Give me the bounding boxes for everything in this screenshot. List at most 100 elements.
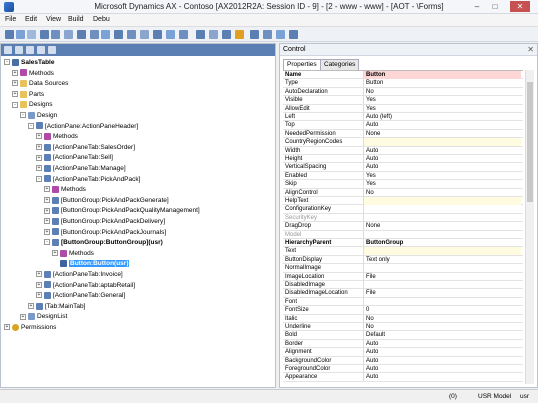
notification-counter[interactable]: (0) bbox=[449, 393, 457, 400]
close-button[interactable]: ✕ bbox=[510, 1, 530, 12]
property-row[interactable]: Text bbox=[283, 247, 523, 256]
collapse-icon[interactable]: - bbox=[12, 101, 18, 108]
property-value[interactable]: Auto bbox=[363, 356, 521, 365]
aot-open-icon[interactable] bbox=[4, 46, 12, 54]
property-row[interactable]: DisabledImage bbox=[283, 281, 523, 290]
property-value[interactable]: Auto bbox=[363, 365, 521, 373]
property-row[interactable]: VerticalSpacing Auto bbox=[283, 163, 523, 172]
expand-icon[interactable]: + bbox=[44, 207, 50, 214]
property-row[interactable]: DragDrop None bbox=[283, 222, 523, 231]
delete-icon[interactable] bbox=[114, 30, 123, 39]
import-icon[interactable] bbox=[179, 30, 188, 39]
aot-save-icon[interactable] bbox=[15, 46, 23, 54]
filter-funnel-icon[interactable] bbox=[196, 30, 205, 39]
paste-icon[interactable] bbox=[101, 30, 110, 39]
property-value[interactable]: Yes bbox=[363, 96, 521, 105]
aot-compile-icon[interactable] bbox=[26, 46, 34, 54]
filter-icon[interactable] bbox=[64, 30, 73, 39]
property-row[interactable]: HierarchyParent ButtonGroup bbox=[283, 239, 523, 248]
tree-node[interactable]: + Parts bbox=[12, 90, 44, 99]
property-row[interactable]: Model bbox=[283, 230, 523, 239]
property-row[interactable]: SecurityKey bbox=[283, 213, 523, 223]
property-row[interactable]: Bold Default bbox=[283, 331, 523, 340]
menu-build[interactable]: Build bbox=[68, 16, 84, 23]
aot-import-icon[interactable] bbox=[48, 46, 56, 54]
tree-node[interactable]: + [ActionPaneTab:General] bbox=[36, 291, 125, 300]
property-scrollbar[interactable] bbox=[525, 70, 534, 384]
property-value[interactable]: Button bbox=[363, 79, 521, 88]
alert-icon[interactable] bbox=[235, 30, 244, 39]
property-value[interactable] bbox=[363, 297, 521, 306]
property-value[interactable] bbox=[363, 197, 521, 205]
property-row[interactable]: FontSize 0 bbox=[283, 306, 523, 315]
maximize-button[interactable]: □ bbox=[488, 1, 502, 12]
property-row[interactable]: ForegroundColor Auto bbox=[283, 365, 523, 374]
property-value[interactable]: Yes bbox=[363, 180, 521, 189]
property-value[interactable]: No bbox=[363, 314, 521, 323]
window-icon[interactable] bbox=[276, 30, 285, 39]
menu-view[interactable]: View bbox=[46, 16, 61, 23]
expand-icon[interactable]: + bbox=[44, 197, 50, 204]
tree-node[interactable]: - Designs bbox=[12, 100, 52, 109]
tree-node[interactable]: + Methods bbox=[12, 69, 54, 78]
property-row[interactable]: Underline No bbox=[283, 323, 523, 332]
property-row[interactable]: Height Auto bbox=[283, 155, 523, 164]
tree-node[interactable]: + [ActionPaneTab:aptabRetail] bbox=[36, 281, 135, 290]
tree-node[interactable]: + Methods bbox=[44, 185, 86, 194]
property-value[interactable]: 0 bbox=[363, 306, 521, 315]
tree-node[interactable]: - SalesTable bbox=[4, 58, 54, 67]
tree-node[interactable]: + Methods bbox=[36, 132, 78, 141]
tree-node[interactable]: - [ButtonGroup:ButtonGroup](usr) bbox=[44, 238, 163, 247]
open-icon[interactable] bbox=[27, 30, 36, 39]
properties-icon[interactable] bbox=[153, 30, 162, 39]
property-value[interactable]: File bbox=[363, 272, 521, 281]
tree-node[interactable]: + Methods bbox=[52, 249, 94, 258]
tree-node[interactable]: + [ButtonGroup:PickAndPackJournals] bbox=[44, 228, 166, 237]
property-row[interactable]: Appearance Auto bbox=[283, 373, 523, 382]
property-row[interactable]: DisabledImageLocation File bbox=[283, 289, 523, 298]
expand-icon[interactable]: + bbox=[4, 324, 10, 331]
property-row[interactable]: HelpText bbox=[283, 197, 523, 206]
menu-edit[interactable]: Edit bbox=[25, 16, 37, 23]
properties-close-icon[interactable]: ✕ bbox=[527, 45, 534, 54]
property-row[interactable]: Type Button bbox=[283, 79, 523, 88]
save-icon[interactable] bbox=[16, 30, 25, 39]
tree-node[interactable]: - Design bbox=[20, 111, 57, 120]
new-icon[interactable] bbox=[5, 30, 14, 39]
expand-icon[interactable]: + bbox=[36, 144, 42, 151]
property-value[interactable]: No bbox=[363, 323, 521, 331]
tree-node[interactable]: - [ActionPane:ActionPaneHeader] bbox=[28, 122, 138, 131]
sort-icon[interactable] bbox=[209, 30, 218, 39]
tree-node[interactable]: + [ButtonGroup:PickAndPackQualityManageme… bbox=[44, 206, 200, 215]
property-row[interactable]: CountryRegionCodes bbox=[283, 138, 523, 147]
scrollbar-thumb[interactable] bbox=[527, 82, 533, 202]
tree-node[interactable]: + [ActionPaneTab:Manage] bbox=[36, 164, 126, 173]
property-row[interactable]: Alignment Auto bbox=[283, 348, 523, 357]
expand-icon[interactable]: + bbox=[28, 303, 34, 310]
property-row[interactable]: NeededPermission None bbox=[283, 129, 523, 139]
property-value[interactable]: Auto bbox=[363, 146, 521, 155]
tree-node[interactable]: + [Tab:MainTab] bbox=[28, 302, 85, 311]
collapse-icon[interactable]: - bbox=[36, 175, 42, 182]
property-row[interactable]: Top Auto bbox=[283, 121, 523, 130]
property-row[interactable]: ImageLocation File bbox=[283, 272, 523, 281]
property-row[interactable]: Name Button bbox=[283, 71, 523, 80]
collapse-icon[interactable]: - bbox=[28, 122, 34, 129]
property-row[interactable]: Font bbox=[283, 297, 523, 307]
property-row[interactable]: Border Auto bbox=[283, 339, 523, 349]
property-row[interactable]: NormalImage bbox=[283, 264, 523, 273]
expand-icon[interactable]: + bbox=[36, 165, 42, 172]
menu-file[interactable]: File bbox=[5, 16, 16, 23]
property-value[interactable] bbox=[363, 247, 521, 256]
property-value[interactable] bbox=[363, 213, 521, 222]
tab-properties[interactable]: Properties bbox=[283, 59, 321, 70]
collapse-icon[interactable]: - bbox=[44, 239, 50, 246]
undo-icon[interactable] bbox=[127, 30, 136, 39]
property-row[interactable]: Italic No bbox=[283, 314, 523, 323]
property-row[interactable]: ButtonDisplay Text only bbox=[283, 255, 523, 265]
property-value[interactable]: Auto bbox=[363, 163, 521, 172]
tree-node[interactable]: + [ActionPaneTab:SalesOrder] bbox=[36, 143, 135, 152]
expand-icon[interactable]: + bbox=[12, 91, 18, 98]
property-row[interactable]: Enabled Yes bbox=[283, 171, 523, 181]
tree-node[interactable]: + [ActionPaneTab:Sell] bbox=[36, 153, 113, 162]
